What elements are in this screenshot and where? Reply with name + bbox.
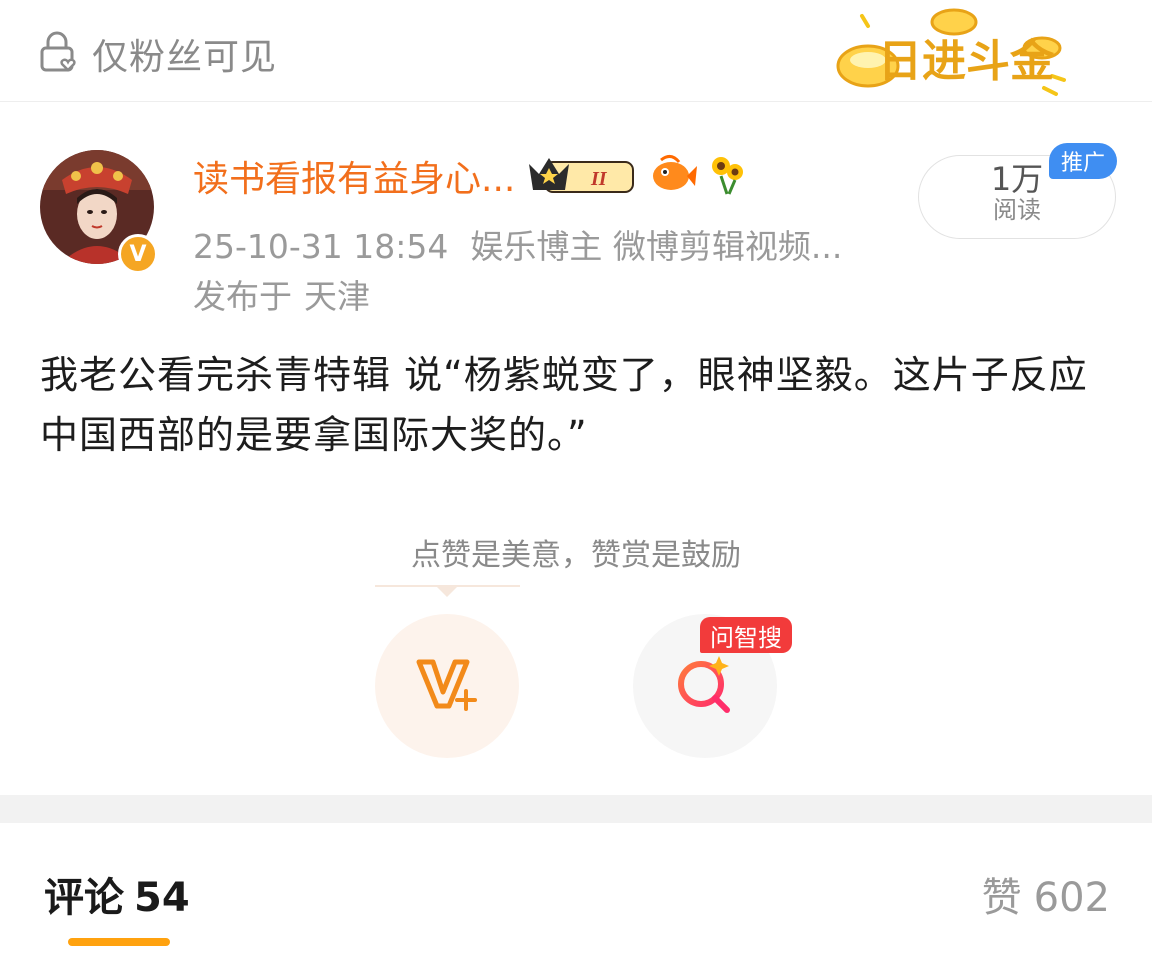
- visibility-label: 仅粉丝可见: [92, 37, 278, 78]
- hint-arrow-icon: [436, 586, 458, 597]
- post-timestamp: 25-10-31 18:54: [193, 227, 449, 266]
- verified-badge-icon: V: [118, 234, 158, 274]
- location-prefix: 发布于: [193, 277, 292, 316]
- v-plus-icon: [415, 656, 479, 716]
- visibility-indicator: 仅粉丝可见: [38, 28, 277, 80]
- author-line: 读书看报有益身心... II: [193, 150, 747, 202]
- lock-heart-icon: [38, 30, 82, 78]
- smart-search-tag: 问智搜: [700, 617, 792, 653]
- sparkle-search-icon: [669, 648, 741, 724]
- active-tab-indicator: [68, 938, 170, 946]
- tab-likes[interactable]: 赞 602: [970, 865, 1110, 923]
- promo-badge[interactable]: 推广: [1049, 143, 1117, 179]
- comments-label: 评论: [44, 875, 124, 921]
- top-bar: 仅粉丝可见 日进斗金: [0, 0, 1152, 102]
- tab-comments[interactable]: 评论 54: [44, 865, 200, 923]
- comment-like-tabs: 评论 54 赞 602: [0, 823, 1152, 965]
- banner-text: 日进斗金: [878, 36, 1055, 87]
- daily-fortune-banner[interactable]: 日进斗金: [832, 4, 1072, 98]
- crown-level-icon[interactable]: II: [525, 152, 639, 200]
- likes-count: 602: [1033, 875, 1110, 921]
- post-location: 发布于 天津: [193, 270, 382, 318]
- author-name[interactable]: 读书看报有益身心...: [193, 150, 515, 202]
- author-tags: 娱乐博主 微博剪辑视频...: [470, 227, 843, 266]
- likes-label: 赞: [981, 875, 1022, 921]
- reward-hint: 点赞是美意，赞赏是鼓励: [411, 538, 741, 573]
- comments-count: 54: [134, 875, 190, 921]
- svg-text:II: II: [590, 168, 608, 190]
- fish-icon: [649, 152, 698, 200]
- reward-button[interactable]: [375, 614, 519, 758]
- reads-label: 阅读: [993, 196, 1041, 225]
- author-avatar-wrap[interactable]: V: [40, 150, 158, 274]
- section-divider: [0, 795, 1152, 823]
- location-name: 天津: [304, 277, 370, 316]
- post-header: V 读书看报有益身心... II 25-10-31 18:54 娱乐博主 微博剪…: [0, 140, 1152, 320]
- post-meta: 25-10-31 18:54 娱乐博主 微博剪辑视频...: [193, 220, 864, 268]
- sunflower-icon: [707, 152, 747, 200]
- post-content: 我老公看完杀青特辑 说“杨紫蜕变了，眼神坚毅。这片子反应中国西部的是要拿国际大奖…: [40, 353, 1088, 457]
